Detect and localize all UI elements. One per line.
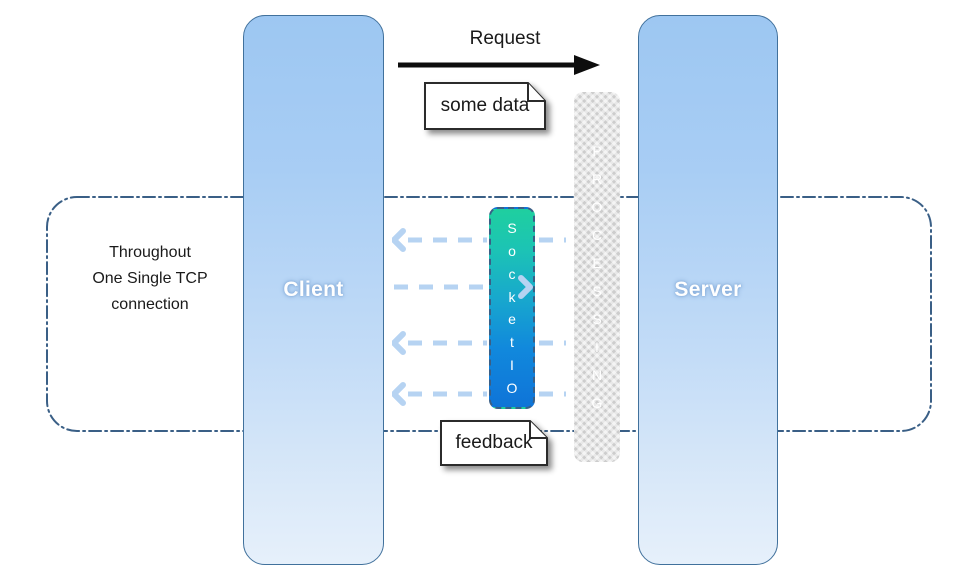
feedback-note (440, 420, 548, 466)
processing-letter: C (591, 227, 603, 243)
socket-io-letter: I (510, 357, 514, 374)
socket-io-letter: t (510, 334, 514, 351)
processing-letter: E (592, 255, 602, 271)
socket-io-letter: O (506, 380, 518, 396)
processing-column: P R O C E S S I N G (574, 92, 620, 462)
request-arrow-icon (398, 55, 600, 75)
socket-io-letter: e (508, 311, 516, 328)
processing-letter: I (595, 339, 599, 355)
processing-letter: N (591, 367, 603, 383)
processing-letter: S (592, 283, 602, 299)
socket-io-letter: S (507, 219, 517, 236)
socket-io-letter: o (508, 242, 516, 259)
diagram-canvas: Throughout One Single TCP connection Cli… (0, 0, 972, 585)
processing-letter: R (591, 171, 603, 187)
socket-io-column[interactable]: S o c k e t I O (489, 207, 535, 409)
server-pillar[interactable]: Server (638, 15, 778, 565)
processing-letter: P (592, 143, 602, 159)
socket-io-letter: k (508, 288, 516, 305)
some-data-note (424, 82, 546, 130)
socket-io-letter: c (508, 265, 516, 282)
server-label: Server (674, 278, 742, 301)
tcp-region-label: Throughout One Single TCP connection (92, 244, 208, 313)
processing-letter: S (592, 311, 602, 327)
request-label: Request (469, 28, 541, 49)
client-label: Client (283, 278, 344, 301)
processing-letter: O (591, 199, 603, 215)
processing-letter: G (591, 395, 603, 411)
client-pillar[interactable]: Client (243, 15, 384, 565)
